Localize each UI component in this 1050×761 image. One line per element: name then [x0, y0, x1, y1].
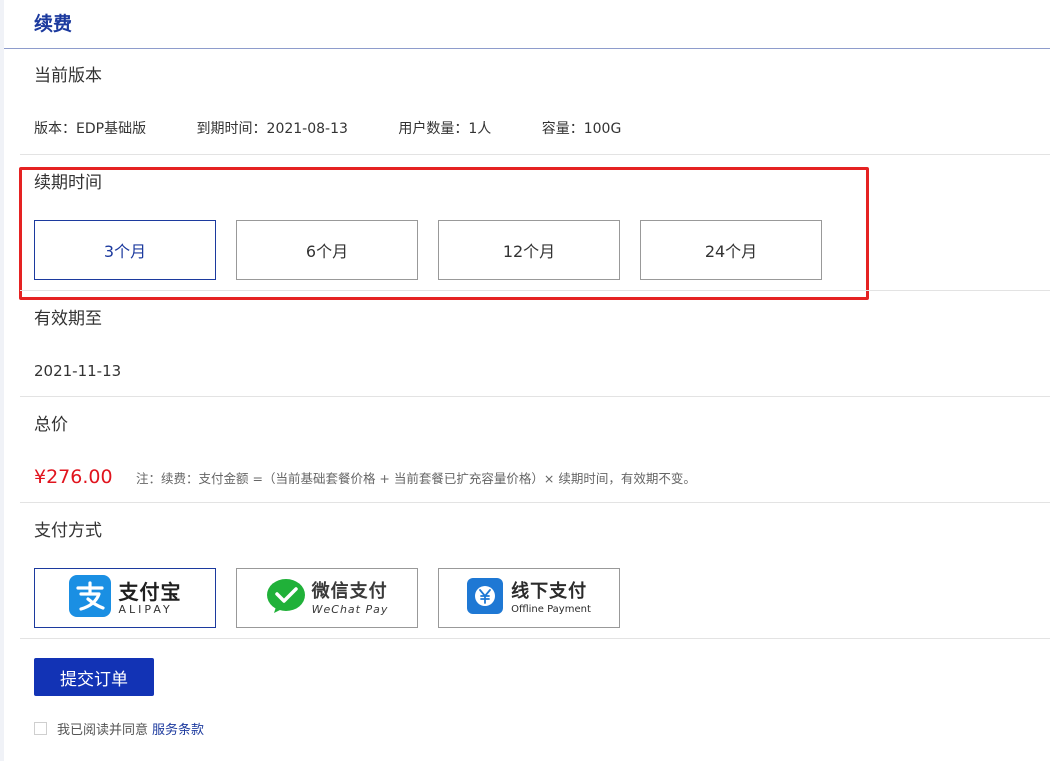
wechat-name: 微信支付 [311, 580, 388, 602]
divider [20, 396, 1050, 397]
version-label: 版本：EDP基础版 [34, 121, 147, 137]
submit-order-button[interactable]: 提交订单 [34, 658, 154, 696]
divider [20, 638, 1050, 639]
page-title: 续费 [34, 13, 73, 35]
terms-of-service-link[interactable]: 服务条款 [152, 719, 204, 738]
users-label: 用户数量：1人 [398, 121, 492, 137]
alipay-icon [68, 575, 111, 621]
wechat-sub: WeChat Pay [311, 602, 389, 616]
payment-option-wechat[interactable]: 微信支付 WeChat Pay [236, 568, 418, 628]
valid-until-date: 2021-11-13 [34, 362, 122, 380]
agreement-checkbox[interactable] [34, 721, 47, 735]
divider [20, 502, 1050, 503]
offline-payment-icon [467, 578, 504, 618]
payment-option-alipay[interactable]: 支付宝 ALIPAY [34, 568, 216, 628]
expiry-label: 到期时间：2021-08-13 [196, 121, 348, 137]
alipay-name: 支付宝 [118, 579, 182, 604]
current-version-title: 当前版本 [34, 66, 102, 86]
offline-name: 线下支付 [511, 580, 588, 602]
page-header: 续费 [4, 0, 1050, 49]
payment-option-offline[interactable]: 线下支付 Offline Payment [438, 568, 620, 628]
offline-sub: Offline Payment [511, 603, 591, 615]
agreement-row: 我已阅读并同意 服务条款 [34, 718, 204, 738]
total-price-title: 总价 [34, 415, 68, 435]
total-price: ¥276.00 [34, 466, 113, 488]
divider [20, 290, 1050, 291]
capacity-label: 容量：100G [541, 121, 622, 137]
alipay-sub: ALIPAY [118, 602, 173, 616]
version-info-row: 版本：EDP基础版 到期时间：2021-08-13 用户数量：1人 容量：100… [34, 118, 667, 140]
wechat-pay-icon [266, 577, 306, 619]
divider [20, 154, 1050, 155]
valid-until-title: 有效期至 [34, 309, 102, 329]
price-note: 注：续费：支付金额 =（当前基础套餐价格 + 当前套餐已扩充容量价格）× 续期时… [136, 471, 696, 486]
payment-method-title: 支付方式 [34, 521, 102, 541]
left-rule [0, 0, 4, 761]
period-highlight-box [19, 167, 869, 300]
agreement-text: 我已阅读并同意 [57, 722, 149, 738]
